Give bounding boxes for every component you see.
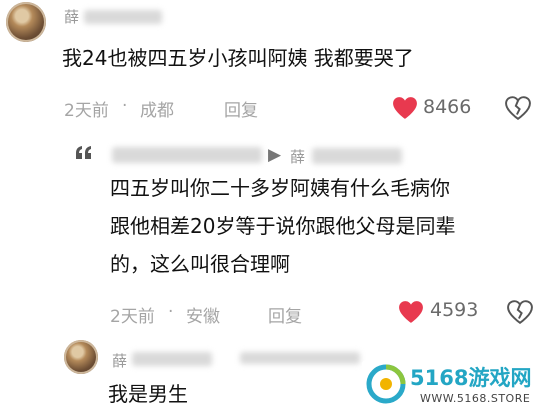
- comment-location: 成都: [140, 101, 174, 121]
- like-count: 4593: [430, 299, 479, 321]
- reply-target-redacted: [240, 352, 360, 364]
- username[interactable]: 薛: [290, 146, 305, 167]
- watermark-url: WWW.5168.STORE: [420, 392, 531, 405]
- meta-separator: ·: [122, 96, 128, 116]
- logo-icon: [366, 364, 406, 404]
- reply-target-redacted: [112, 147, 262, 163]
- heart-icon[interactable]: [398, 300, 424, 324]
- like-count: 8466: [423, 96, 472, 118]
- comment-location: 安徽: [186, 307, 220, 327]
- username-redacted: [312, 148, 402, 164]
- username[interactable]: 薛: [64, 6, 79, 27]
- watermark-brand: 5168游戏网: [410, 366, 532, 390]
- username[interactable]: 薛: [112, 350, 127, 371]
- avatar[interactable]: [6, 2, 46, 42]
- comment-time: 2天前: [110, 307, 155, 327]
- heart-icon[interactable]: [392, 96, 418, 120]
- comment-text: 我24也被四五岁小孩叫阿姨 我都要哭了: [62, 46, 414, 70]
- comment-text: 我是男生: [108, 382, 188, 406]
- comment-text-line-1: 四五岁叫你二十多岁阿姨有什么毛病你: [110, 176, 450, 200]
- avatar[interactable]: [64, 340, 98, 374]
- reply-button[interactable]: 回复: [268, 302, 302, 327]
- username-redacted: [84, 10, 162, 24]
- reply-arrow-icon: ▶: [268, 145, 282, 165]
- reply-button[interactable]: 回复: [224, 96, 258, 121]
- broken-heart-icon[interactable]: [507, 300, 533, 324]
- comment-text-line-2: 跟他相差20岁等于说你跟他父母是同辈: [110, 214, 456, 238]
- meta-separator: ·: [168, 302, 174, 322]
- quote-icon: [76, 146, 91, 159]
- username-redacted: [132, 352, 212, 366]
- watermark-logo: 5168游戏网 WWW.5168.STORE: [362, 360, 550, 410]
- broken-heart-icon[interactable]: [505, 96, 531, 120]
- comment-text-line-3: 的，这么叫很合理啊: [110, 252, 290, 276]
- comment-time: 2天前: [64, 101, 109, 121]
